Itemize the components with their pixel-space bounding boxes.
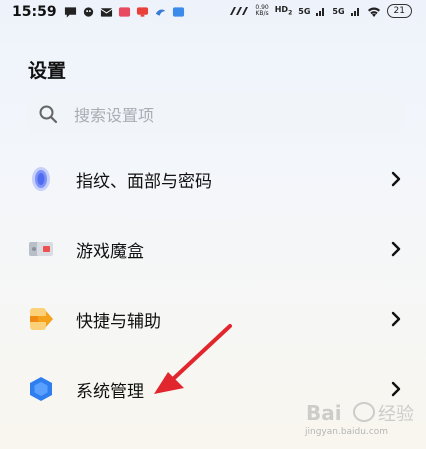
settings-item-label: 游戏魔盒 [76, 242, 144, 262]
bird-icon [155, 9, 166, 16]
battery-indicator: 21 [386, 4, 412, 18]
signal-bars-icon [316, 8, 325, 16]
svg-text:Bai: Bai [306, 401, 342, 425]
signal-1: 5G [298, 6, 311, 16]
fingerprint-icon [32, 167, 50, 191]
settings-item-label: 系统管理 [76, 382, 144, 402]
qq-icon [83, 7, 94, 17]
search-bar[interactable] [26, 94, 404, 134]
shortcut-icon [30, 308, 53, 330]
net-speed: 0.90 KB/s [255, 4, 269, 17]
status-right: 0.90 KB/s HD2 5G 5G 21 [229, 4, 412, 18]
logo-mark-icon [230, 7, 249, 15]
settings-item-label: 指纹、面部与密码 [76, 172, 212, 192]
signal-bars-2-icon [350, 8, 359, 16]
chevron-right-icon [391, 311, 401, 327]
status-time: 15:59 [12, 4, 57, 20]
search-input[interactable] [72, 100, 396, 130]
wifi-icon [367, 7, 380, 17]
app-red-icon [118, 7, 131, 17]
settings-item-fingerprint[interactable]: 指纹、面部与密码 [0, 148, 426, 208]
app-red2-icon [136, 7, 149, 17]
signal-2: 5G [332, 6, 345, 16]
game-box-icon [29, 242, 53, 256]
system-management-icon [30, 377, 52, 401]
page-title: 设置 [28, 60, 67, 82]
chevron-right-icon [391, 381, 401, 397]
mail-icon [100, 8, 113, 17]
notification-icons [64, 6, 185, 18]
chevron-right-icon [391, 241, 401, 257]
status-bar: 15:59 0.90 KB/s HD2 5G 5G 21 [0, 0, 426, 26]
baidu-watermark-logo-icon: Bai 经验 [306, 401, 414, 425]
svg-text:经验: 经验 [378, 404, 414, 425]
annotation-arrow-icon [154, 324, 232, 394]
settings-item-label: 快捷与辅助 [76, 312, 161, 332]
search-icon [39, 105, 58, 124]
hd-badge: HD2 [274, 5, 293, 17]
message-icon [64, 7, 77, 18]
watermark-url: jingyan.baidu.com [305, 427, 389, 437]
settings-item-game-box[interactable]: 游戏魔盒 [0, 218, 426, 278]
chevron-right-icon [391, 171, 401, 187]
app-blue-icon [172, 7, 185, 17]
